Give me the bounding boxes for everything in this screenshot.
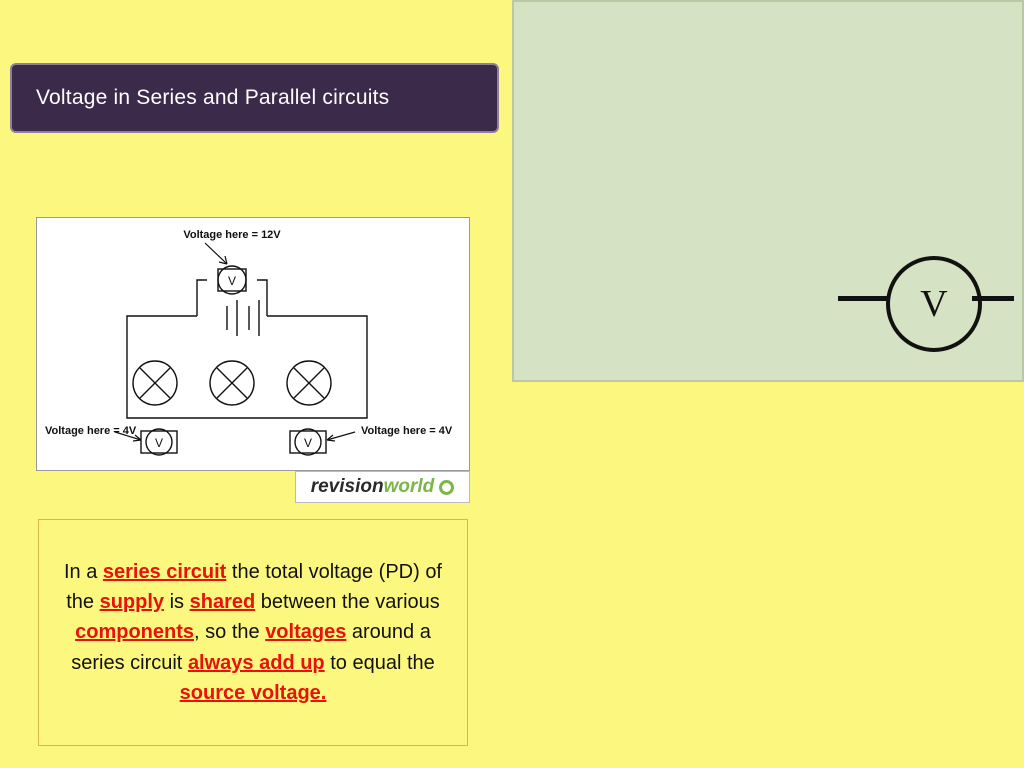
text-0: In a	[63, 560, 103, 583]
circuit-left-label: Voltage here = 4V	[45, 425, 137, 437]
explanation-paragraph: In a series circuit the total voltage (P…	[54, 557, 452, 709]
keyword-1: series circuit	[102, 560, 227, 583]
slide-title-bar: Voltage in Series and Parallel circuits	[10, 63, 499, 133]
revision-world-logo: revision world	[295, 471, 470, 503]
voltmeter-symbol-letter: V	[920, 283, 948, 325]
logo-text-world: world	[383, 476, 435, 497]
text-4: is	[164, 590, 190, 613]
text-12: to equal the	[324, 651, 435, 674]
text-8: , so the	[194, 621, 266, 644]
keyword-3: supply	[99, 590, 165, 613]
circuit-meter-letter-right: V	[304, 436, 312, 450]
gear-icon	[439, 479, 455, 495]
explanation-text-box: In a series circuit the total voltage (P…	[38, 519, 468, 746]
keyword-5: shared	[189, 590, 256, 613]
circuit-diagram-svg: Voltage here = 12V Voltage here = 4V Vol…	[45, 229, 453, 456]
voltmeter-symbol-lead-left	[838, 296, 888, 301]
circuit-meter-letter-left: V	[155, 436, 163, 450]
page-title: Voltage in Series and Parallel circuits	[36, 86, 390, 109]
keyword-11: always add up	[187, 651, 325, 674]
circuit-meter-letter-top: V	[228, 274, 236, 288]
keyword-7: components	[75, 621, 195, 644]
series-circuit-diagram: Voltage here = 12V Voltage here = 4V Vol…	[36, 217, 470, 471]
logo-text-revision: revision	[310, 476, 384, 497]
voltmeter-circuit-symbol: V	[838, 252, 1014, 352]
circuit-right-label: Voltage here = 4V	[361, 425, 453, 437]
keyword-13: source voltage.	[179, 682, 327, 705]
voltmeter-symbol-circle: V	[886, 256, 982, 352]
keyword-9: voltages	[265, 621, 347, 644]
text-6: between the various	[255, 590, 440, 613]
circuit-top-label: Voltage here = 12V	[183, 229, 281, 241]
